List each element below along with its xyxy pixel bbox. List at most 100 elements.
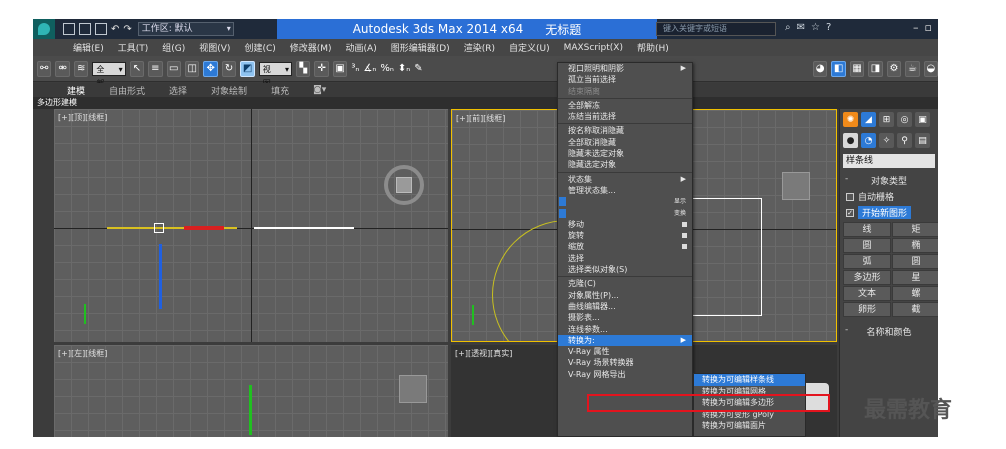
quad-menu-item[interactable]: 全部取消隐藏 bbox=[558, 137, 692, 148]
submenu-item[interactable]: 转换为可编辑网格 bbox=[694, 386, 805, 398]
quad-menu-item[interactable]: 孤立当前选择 bbox=[558, 74, 692, 85]
menu-edit[interactable]: 编辑(E) bbox=[66, 41, 111, 54]
menu-help[interactable]: 帮助(H) bbox=[630, 41, 676, 54]
menu-graph-editors[interactable]: 图形编辑器(D) bbox=[384, 41, 457, 54]
quad-menu-item[interactable]: V-Ray 网格导出 bbox=[558, 369, 692, 380]
select-manipulate-icon[interactable]: ✛ bbox=[314, 60, 329, 77]
help-icon[interactable]: ? bbox=[826, 22, 831, 33]
viewcube-front-icon[interactable] bbox=[782, 172, 810, 200]
quad-menu-item[interactable]: V-Ray 场景转换器 bbox=[558, 357, 692, 368]
new-file-icon[interactable] bbox=[63, 23, 75, 35]
quad-menu-item[interactable]: 管理状态集... bbox=[558, 185, 692, 196]
spinner-snap-icon[interactable]: ⬍ₙ bbox=[398, 63, 410, 74]
viewcube-icon[interactable] bbox=[384, 165, 424, 205]
workspace-dropdown[interactable]: 工作区: 默认 bbox=[137, 22, 234, 36]
shapes-icon[interactable]: ◔ bbox=[861, 133, 876, 148]
render-teapot-icon[interactable]: ☕ bbox=[905, 60, 920, 77]
rectangle-button[interactable]: 矩 bbox=[892, 222, 938, 237]
auto-grid-checkbox[interactable]: 自动栅格 bbox=[846, 190, 932, 203]
viewport-label-left[interactable]: [+][左][线框] bbox=[58, 348, 107, 359]
donut-button[interactable]: 圆 bbox=[892, 254, 938, 269]
tab-modeling[interactable]: 建模 bbox=[55, 84, 97, 97]
quad-menu-item[interactable]: 状态集 ▶ bbox=[558, 174, 692, 185]
hierarchy-panel-icon[interactable]: ⊞ bbox=[879, 112, 894, 127]
render-production-icon[interactable]: ◨ bbox=[868, 60, 883, 77]
rendered-frame-icon[interactable]: ▦ bbox=[849, 60, 865, 77]
submenu-item[interactable]: 转换为可编辑面片 bbox=[694, 420, 805, 432]
quad-menu-item[interactable]: 按名称取消隐藏 bbox=[558, 125, 692, 136]
rollout-name-color[interactable]: 名称和颜色 bbox=[843, 325, 935, 338]
link-icon[interactable]: ⚯ bbox=[37, 60, 52, 77]
viewport-left[interactable]: [+][左][线框] bbox=[54, 345, 448, 437]
quad-menu-item[interactable]: 全部解冻 bbox=[558, 100, 692, 111]
quad-menu-item[interactable]: 显示 bbox=[558, 196, 692, 207]
quad-menu-item[interactable]: 连线参数... bbox=[558, 324, 692, 335]
select-object-icon[interactable]: ↖ bbox=[129, 60, 145, 77]
settings-square-icon[interactable] bbox=[682, 233, 687, 239]
ribbon-sub-label[interactable]: 多边形建模 bbox=[33, 97, 938, 109]
rollout-object-type[interactable]: 对象类型 bbox=[843, 174, 935, 187]
material-editor-icon[interactable]: ◕ bbox=[812, 60, 828, 77]
viewcube-left-icon[interactable] bbox=[399, 375, 427, 403]
quad-menu-item[interactable]: 视口照明和阴影 ▶ bbox=[558, 63, 692, 74]
select-rotate-icon[interactable]: ↻ bbox=[221, 60, 237, 77]
tab-populate[interactable]: 填充 bbox=[259, 84, 301, 97]
quad-menu-item[interactable]: 移动 bbox=[558, 219, 692, 230]
favorites-icon[interactable]: ☆ bbox=[811, 22, 820, 33]
menu-views[interactable]: 视图(V) bbox=[192, 41, 237, 54]
line-button[interactable]: 线 bbox=[843, 222, 891, 237]
quad-menu-item[interactable]: 克隆(C) bbox=[558, 278, 692, 289]
select-move-icon[interactable]: ✥ bbox=[203, 60, 218, 77]
submenu-item[interactable]: 转换为可变形 gPoly bbox=[694, 409, 805, 421]
egg-button[interactable]: 卵形 bbox=[843, 302, 891, 317]
render-setup-icon[interactable]: ◧ bbox=[831, 60, 846, 77]
quad-menu-item[interactable]: 隐藏选定对象 bbox=[558, 159, 692, 170]
quad-menu-item[interactable]: 冻结当前选择 bbox=[558, 111, 692, 122]
tab-freeform[interactable]: 自由形式 bbox=[97, 84, 157, 97]
settings-square-icon[interactable] bbox=[682, 244, 687, 250]
activeshade-icon[interactable]: ◒ bbox=[923, 60, 938, 77]
reference-coord-dropdown[interactable]: 视图 bbox=[258, 61, 292, 88]
menu-create[interactable]: 创建(C) bbox=[237, 41, 282, 54]
unlink-icon[interactable]: ⚮ bbox=[55, 60, 70, 77]
menu-group[interactable]: 组(G) bbox=[155, 41, 192, 54]
ellipse-button[interactable]: 椭 bbox=[892, 238, 938, 253]
settings-square-icon[interactable] bbox=[682, 221, 687, 227]
start-new-shape-checkbox[interactable]: ✓ 开始新图形 bbox=[846, 206, 932, 219]
tab-object-paint[interactable]: 对象绘制 bbox=[199, 84, 259, 97]
menu-customize[interactable]: 自定义(U) bbox=[502, 41, 557, 54]
percent-snap-icon[interactable]: %ₙ bbox=[380, 63, 394, 74]
helix-button[interactable]: 螺 bbox=[892, 286, 938, 301]
binoculars-icon[interactable]: ⌕ bbox=[785, 22, 791, 33]
ngon-button[interactable]: 多边形 bbox=[843, 270, 891, 285]
lights-icon[interactable]: ✧ bbox=[879, 133, 894, 148]
select-by-name-icon[interactable]: ≡ bbox=[148, 60, 163, 77]
quad-menu-item[interactable]: 选择 bbox=[558, 253, 692, 264]
quad-menu-item[interactable]: V-Ray 属性 bbox=[558, 346, 692, 357]
open-file-icon[interactable] bbox=[79, 23, 91, 35]
ribbon-options-icon[interactable]: ◙▾ bbox=[301, 85, 338, 95]
render-iterative-icon[interactable]: ⚙ bbox=[886, 60, 902, 77]
viewport-top[interactable]: [+][顶][线框] bbox=[54, 109, 448, 342]
display-panel-icon[interactable]: ▣ bbox=[915, 112, 930, 127]
quad-menu-item[interactable]: 转换为: ▶ bbox=[558, 334, 692, 347]
section-button[interactable]: 截 bbox=[892, 302, 938, 317]
quad-menu-item[interactable]: 结束隔离 bbox=[558, 86, 692, 97]
window-crossing-icon[interactable]: ◫ bbox=[184, 60, 200, 77]
category-dropdown[interactable]: 样条线 bbox=[843, 154, 935, 168]
viewport-label-front[interactable]: [+][前][线框] bbox=[456, 113, 505, 124]
app-logo-icon[interactable] bbox=[33, 19, 55, 39]
snap-3d-icon[interactable]: ³ₙ bbox=[351, 63, 359, 74]
quad-menu-item[interactable]: 对象属性(P)... bbox=[558, 290, 692, 301]
submenu-item[interactable]: 转换为可编辑多边形 bbox=[694, 397, 805, 409]
viewport-label-perspective[interactable]: [+][透视][真实] bbox=[455, 348, 512, 359]
selection-filter-dropdown[interactable]: 全部 bbox=[92, 61, 126, 88]
viewport-label-top[interactable]: [+][顶][线框] bbox=[58, 112, 107, 123]
quad-menu-item[interactable]: 旋转 bbox=[558, 230, 692, 241]
submenu-item[interactable]: 转换为可编辑样条线 bbox=[694, 374, 805, 386]
undo-icon[interactable]: ↶ bbox=[111, 24, 119, 35]
select-scale-icon[interactable]: ◩ bbox=[240, 60, 255, 77]
cameras-icon[interactable]: ⚲ bbox=[897, 133, 912, 148]
quad-menu-item[interactable]: 摄影表... bbox=[558, 312, 692, 323]
menu-animation[interactable]: 动画(A) bbox=[339, 41, 384, 54]
